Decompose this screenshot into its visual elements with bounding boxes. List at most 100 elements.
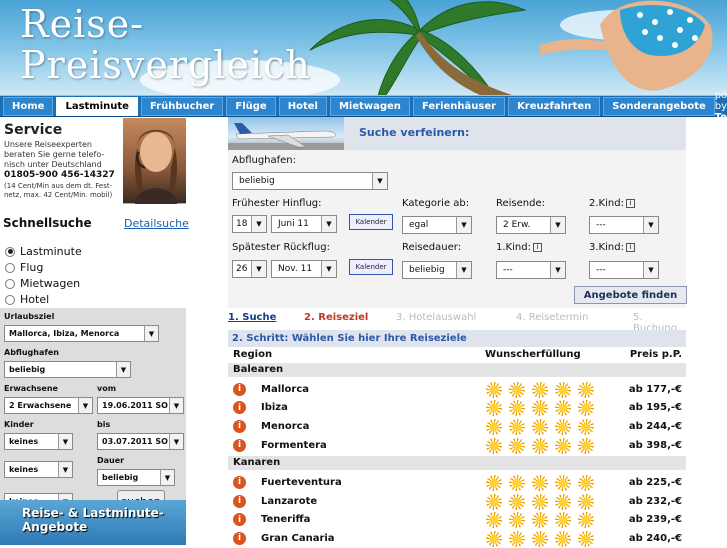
rueckflug-day-arrow[interactable]: ▼ — [251, 260, 267, 278]
destination-name[interactable]: Mallorca — [261, 384, 309, 395]
table-row[interactable]: i Fuerteventura ab 225,-€ — [228, 474, 686, 492]
abflughafen-select[interactable]: beliebig ▼ — [4, 361, 131, 378]
nav-tab-ferienhaeuser[interactable]: Ferienhäuser — [412, 96, 506, 116]
destination-name[interactable]: Gran Canaria — [261, 533, 335, 544]
chevron-down-icon[interactable]: ▼ — [251, 261, 266, 277]
chevron-down-icon[interactable]: ▼ — [160, 470, 174, 485]
chevron-down-icon[interactable]: ▼ — [456, 217, 471, 233]
info-icon[interactable]: i — [233, 419, 246, 433]
nav-tab-hotel[interactable]: Hotel — [278, 96, 327, 116]
urlaubsziel-select[interactable]: Mallorca, Ibiza, Menorca ▼ — [4, 325, 159, 342]
price[interactable]: ab 232,-€ — [629, 496, 682, 507]
kind1-select[interactable]: keines ▼ — [4, 433, 73, 450]
table-row[interactable]: i Menorca ab 244,-€ — [228, 418, 686, 436]
price[interactable]: ab 177,-€ — [629, 384, 682, 395]
chevron-down-icon[interactable]: ▼ — [550, 217, 565, 233]
radio-dot[interactable] — [5, 246, 15, 257]
table-row[interactable]: i Formentera ab 398,-€ — [228, 437, 686, 455]
table-row[interactable]: i Mallorca ab 177,-€ — [228, 381, 686, 399]
chevron-down-icon[interactable]: ▼ — [116, 362, 130, 377]
chevron-down-icon[interactable]: ▼ — [169, 434, 183, 449]
nav-tab-mietwagen[interactable]: Mietwagen — [329, 96, 410, 116]
info-icon[interactable]: i — [233, 438, 246, 452]
chevron-down-icon[interactable]: ▼ — [321, 216, 336, 232]
table-row[interactable]: i Ibiza ab 195,-€ — [228, 399, 686, 417]
nav-tab-sonderangebote[interactable]: Sonderangebote — [603, 96, 715, 116]
radio-hotel[interactable]: Hotel — [5, 293, 49, 306]
chevron-down-icon[interactable]: ▼ — [321, 261, 336, 277]
destination-name[interactable]: Formentera — [261, 440, 327, 451]
chevron-down-icon[interactable]: ▼ — [251, 216, 266, 232]
chevron-down-icon[interactable]: ▼ — [78, 398, 92, 413]
kind2-select[interactable]: keines ▼ — [4, 461, 73, 478]
kind1-select[interactable]: --- ▼ — [496, 261, 566, 279]
rueckflug-day-input[interactable]: 26 — [232, 260, 253, 278]
price[interactable]: ab 244,-€ — [629, 421, 682, 432]
kind2-select[interactable]: --- ▼ — [589, 216, 659, 234]
nav-tab-home[interactable]: Home — [3, 96, 54, 116]
dauer-select[interactable]: beliebig ▼ — [97, 469, 175, 486]
info-icon[interactable]: i — [233, 531, 246, 545]
vom-date-select[interactable]: 19.06.2011 SO ▼ — [97, 397, 184, 414]
detailsuche-link[interactable]: Detailsuche — [124, 217, 189, 230]
table-row[interactable]: i Teneriffa ab 239,-€ — [228, 511, 686, 529]
destination-name[interactable]: Lanzarote — [261, 496, 317, 507]
info-icon[interactable]: i — [233, 382, 246, 396]
radio-dot[interactable] — [5, 262, 15, 273]
radio-mietwagen[interactable]: Mietwagen — [5, 277, 80, 290]
info-icon[interactable]: i — [532, 242, 542, 252]
bis-date-select[interactable]: 03.07.2011 SO ▼ — [97, 433, 184, 450]
price[interactable]: ab 239,-€ — [629, 514, 682, 525]
info-icon[interactable]: i — [233, 475, 246, 489]
chevron-down-icon[interactable]: ▼ — [144, 326, 158, 341]
destination-name[interactable]: Fuerteventura — [261, 477, 342, 488]
table-row[interactable]: i Lanzarote ab 232,-€ — [228, 493, 686, 511]
info-icon[interactable]: i — [625, 242, 635, 252]
price[interactable]: ab 240,-€ — [629, 533, 682, 544]
radio-dot[interactable] — [5, 294, 15, 305]
chevron-down-icon[interactable]: ▼ — [372, 173, 387, 189]
info-icon[interactable]: i — [233, 494, 246, 508]
destination-name[interactable]: Teneriffa — [261, 514, 310, 525]
chevron-down-icon[interactable]: ▼ — [643, 217, 658, 233]
nav-tab-lastminute[interactable]: Lastminute — [56, 96, 138, 116]
nav-tab-kreuzfahrten[interactable]: Kreuzfahrten — [508, 96, 601, 116]
hinflug-day-input[interactable]: 18 — [232, 215, 253, 233]
kalender-button[interactable]: Kalender — [349, 259, 393, 275]
hinflug-month-select[interactable]: Juni 11 ▼ — [271, 215, 337, 233]
erwachsene-select[interactable]: 2 Erwachsene ▼ — [4, 397, 93, 414]
angebote-finden-button[interactable]: Angebote finden — [574, 286, 687, 304]
info-icon[interactable]: i — [625, 198, 635, 208]
promo-banner[interactable]: Reise- & Lastminute- Angebote — [0, 500, 186, 545]
radio-lastminute[interactable]: Lastminute — [5, 245, 82, 258]
nav-tab-fruehbucher[interactable]: Frühbucher — [140, 96, 224, 116]
abflughafen-select[interactable]: beliebig ▼ — [232, 172, 388, 190]
price[interactable]: ab 398,-€ — [629, 440, 682, 451]
site-logo[interactable]: Reise- Preisvergleich — [20, 4, 311, 86]
info-icon[interactable]: i — [233, 513, 246, 527]
chevron-down-icon[interactable]: ▼ — [58, 462, 72, 477]
kalender-button[interactable]: Kalender — [349, 214, 393, 230]
chevron-down-icon[interactable]: ▼ — [643, 262, 658, 278]
radio-flug[interactable]: Flug — [5, 261, 43, 274]
price[interactable]: ab 225,-€ — [629, 477, 682, 488]
info-icon[interactable]: i — [233, 401, 246, 415]
table-row[interactable]: i Gran Canaria ab 240,-€ — [228, 530, 686, 548]
chevron-down-icon[interactable]: ▼ — [550, 262, 565, 278]
kind3-select[interactable]: --- ▼ — [589, 261, 659, 279]
kategorie-select[interactable]: egal ▼ — [402, 216, 472, 234]
hinflug-day-arrow[interactable]: ▼ — [251, 215, 267, 233]
radio-dot[interactable] — [5, 278, 15, 289]
step-1[interactable]: 1. Suche — [228, 312, 276, 323]
chevron-down-icon[interactable]: ▼ — [169, 398, 183, 413]
chevron-down-icon[interactable]: ▼ — [58, 434, 72, 449]
price[interactable]: ab 195,-€ — [629, 402, 682, 413]
powered-by[interactable]: powered by Terracus — [715, 90, 727, 123]
chevron-down-icon[interactable]: ▼ — [456, 262, 471, 278]
destination-name[interactable]: Ibiza — [261, 402, 288, 413]
reisende-select[interactable]: 2 Erw. ▼ — [496, 216, 566, 234]
nav-tab-fluege[interactable]: Flüge — [226, 96, 276, 116]
destination-name[interactable]: Menorca — [261, 421, 309, 432]
rueckflug-month-select[interactable]: Nov. 11 ▼ — [271, 260, 337, 278]
reisedauer-select[interactable]: beliebig ▼ — [402, 261, 472, 279]
